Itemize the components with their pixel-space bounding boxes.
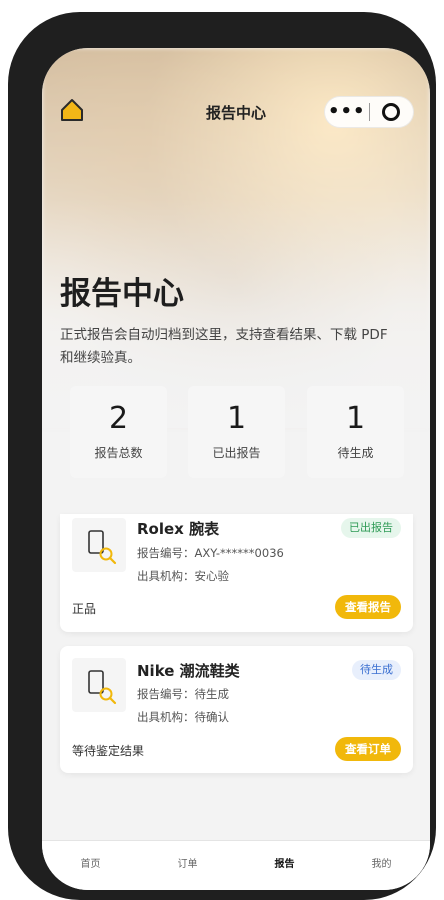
mini-program-capsule: ••• [324, 96, 414, 128]
report-title: Rolex 腕表 [137, 520, 220, 538]
document-search-icon [72, 518, 126, 572]
view-report-button[interactable]: 查看报告 [335, 595, 401, 619]
hero-description: 正式报告会自动归档到这里，支持查看结果、下载 PDF 和继续验真。 [60, 327, 388, 366]
tab-reports[interactable]: 报告 [236, 841, 333, 890]
tab-orders[interactable]: 订单 [139, 841, 236, 890]
phone-frame: 报告中心 ••• 报告中心 正式报告会自动归档到这里，支持查看结果、下载 PDF… [8, 12, 436, 900]
navigation-bar: 报告中心 ••• [42, 96, 430, 132]
stat-value: 1 [226, 401, 247, 436]
app-screen: 报告中心 ••• 报告中心 正式报告会自动归档到这里，支持查看结果、下载 PDF… [42, 48, 430, 890]
status-badge: 待生成 [352, 660, 401, 680]
report-card[interactable]: Rolex 腕表 报告编号：AXY-******0036 出具机构：安心验 已出… [60, 514, 413, 632]
report-issuer: 出具机构：待确认 [137, 710, 229, 724]
report-number: 报告编号：待生成 [137, 687, 229, 701]
stat-label: 已出报告 [212, 446, 261, 460]
stats-row: 2 报告总数 1 已出报告 1 待生成 [70, 386, 404, 478]
status-badge: 已出报告 [341, 518, 401, 538]
stat-issued: 1 已出报告 [188, 386, 285, 478]
stat-label: 待生成 [337, 446, 374, 460]
stat-value: 1 [345, 401, 366, 436]
document-search-icon [72, 658, 126, 712]
tab-home[interactable]: 首页 [42, 841, 139, 890]
report-title: Nike 潮流鞋类 [137, 662, 240, 680]
report-issuer: 出具机构：安心验 [137, 569, 229, 583]
report-number: 报告编号：AXY-******0036 [137, 546, 284, 560]
report-result: 正品 [72, 602, 97, 616]
report-card[interactable]: Nike 潮流鞋类 报告编号：待生成 出具机构：待确认 待生成 等待鉴定结果 查… [60, 646, 413, 773]
tab-profile[interactable]: 我的 [333, 841, 430, 890]
tab-bar: 首页 订单 报告 我的 [42, 840, 430, 890]
close-circle-icon[interactable] [369, 103, 413, 121]
stat-pending: 1 待生成 [307, 386, 404, 478]
view-order-button[interactable]: 查看订单 [335, 737, 401, 761]
stat-value: 2 [108, 401, 129, 436]
stat-total: 2 报告总数 [70, 386, 167, 478]
more-dots-icon[interactable]: ••• [325, 97, 369, 127]
hero-title: 报告中心 [60, 276, 184, 312]
stat-label: 报告总数 [94, 446, 143, 460]
report-result: 等待鉴定结果 [72, 744, 145, 758]
